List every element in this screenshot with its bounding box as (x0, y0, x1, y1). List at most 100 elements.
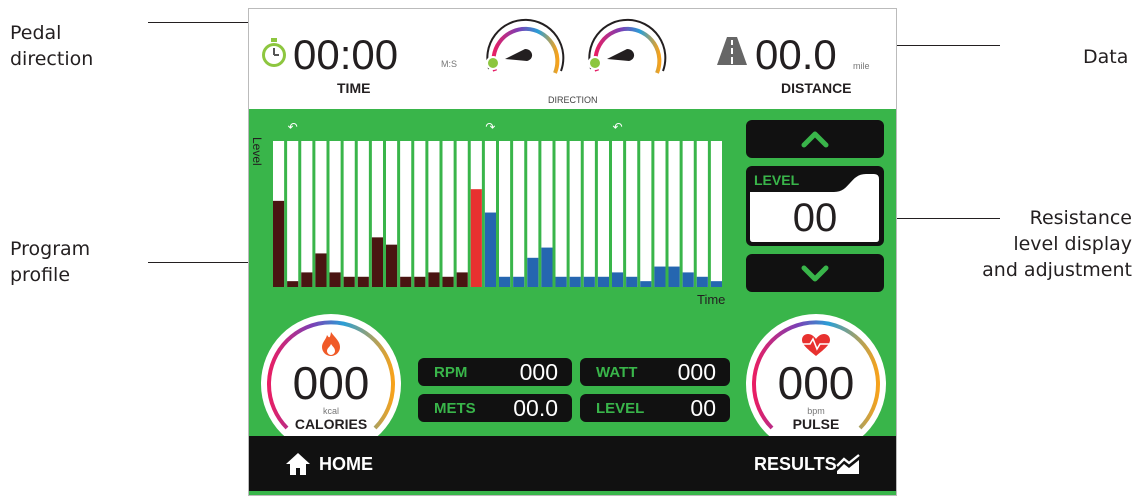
profile-column (696, 141, 708, 287)
rpm-label: RPM (434, 364, 468, 381)
profile-column (357, 141, 369, 287)
distance-label: DISTANCE (781, 80, 852, 96)
profile-bar (470, 189, 482, 287)
profile-column (612, 141, 624, 287)
mets-readout: METS 00.0 (418, 394, 572, 422)
profile-column (456, 141, 468, 287)
calories-label: CALORIES (294, 416, 368, 432)
pulse-label: PULSE (792, 416, 840, 432)
profile-bar (597, 276, 609, 287)
time-label: TIME (337, 80, 371, 96)
callout-program-profile: Program profile (10, 238, 91, 286)
profile-bar (583, 276, 595, 287)
profile-bar (499, 276, 511, 287)
profile-y-label: Level (253, 137, 264, 166)
profile-bar (287, 281, 299, 287)
program-profile-chart: ↶ ↷ ↶ Level Time (253, 120, 725, 307)
pulse-value: 000 (777, 357, 855, 409)
profile-bar (371, 237, 383, 287)
profile-bar (710, 281, 722, 287)
callout-resistance: Resistance level display and adjustment (982, 207, 1132, 281)
calories-unit: kcal (322, 406, 339, 416)
level-display: LEVEL 00 (746, 166, 884, 246)
profile-bar (329, 272, 341, 287)
level-down-button[interactable] (746, 254, 884, 292)
callout-data: Data (1083, 46, 1129, 68)
profile-bar (668, 266, 680, 287)
level-readout: LEVEL 00 (580, 394, 730, 422)
home-button[interactable]: HOME (285, 450, 405, 480)
program-panel: ↶ ↷ ↶ Level Time LEVEL 00 000 kcal CALOR… (249, 109, 896, 454)
direction-change-icon: ↶ (288, 120, 298, 134)
level-display-label: LEVEL (754, 172, 800, 188)
profile-column (428, 141, 440, 287)
level-display-value: 00 (792, 196, 838, 240)
profile-column (682, 141, 694, 287)
profile-column (400, 141, 412, 287)
profile-bar (386, 244, 398, 287)
profile-column (710, 141, 722, 287)
time-value: 00:00 (293, 31, 399, 78)
profile-column (569, 141, 581, 287)
results-button[interactable]: RESULTS (754, 450, 874, 480)
chevron-up-icon (801, 131, 829, 148)
direction-change-icon: ↷ (485, 120, 495, 134)
profile-column (499, 141, 511, 287)
watt-readout: WATT 000 (580, 358, 730, 386)
level-readout-label: LEVEL (596, 400, 645, 417)
chevron-down-icon (801, 265, 829, 282)
results-chart-icon (836, 454, 860, 474)
profile-column (414, 141, 426, 287)
profile-bar (626, 276, 638, 287)
profile-bar (696, 276, 708, 287)
flame-icon (320, 332, 342, 356)
footer-accent-strip (249, 491, 896, 495)
watt-label: WATT (596, 364, 638, 381)
profile-column (343, 141, 355, 287)
home-label: HOME (319, 454, 373, 474)
profile-bar (555, 276, 567, 287)
home-icon (286, 453, 310, 475)
profile-bar (569, 276, 581, 287)
profile-column (555, 141, 567, 287)
profile-bar (301, 272, 313, 287)
pulse-gauge: 000 bpm PULSE (746, 314, 886, 454)
profile-bar (414, 276, 426, 287)
pedal-direction-dial-forward[interactable] (583, 13, 671, 93)
profile-bar (315, 253, 327, 287)
road-icon (717, 37, 747, 65)
profile-bar (612, 272, 624, 287)
pedal-direction-dial-backward[interactable] (481, 13, 569, 93)
profile-bar (442, 276, 454, 287)
profile-bar (682, 272, 694, 287)
profile-column (626, 141, 638, 287)
profile-bar (343, 276, 355, 287)
profile-column (668, 141, 680, 287)
level-up-button[interactable] (746, 120, 884, 158)
profile-column (597, 141, 609, 287)
profile-column (287, 141, 299, 287)
profile-bar (527, 257, 539, 287)
distance-value: 00.0 (755, 31, 837, 78)
footer-bar: HOME RESULTS (249, 436, 896, 495)
profile-bar (484, 212, 496, 287)
profile-column (513, 141, 525, 287)
profile-bar (400, 276, 412, 287)
rpm-readout: RPM 000 (418, 358, 572, 386)
calories-gauge: 000 kcal CALORIES (261, 314, 401, 454)
console-screen: 00:00 M:S TIME DIRECTION 00.0 mile DISTA… (248, 8, 897, 496)
profile-bar (513, 276, 525, 287)
profile-column (654, 141, 666, 287)
profile-bar (273, 200, 285, 287)
time-unit: M:S (441, 59, 458, 69)
callout-pedal-direction: Pedal direction (10, 22, 94, 70)
direction-change-icon: ↶ (613, 120, 623, 134)
profile-bar (541, 247, 553, 287)
stopwatch-icon (259, 38, 289, 68)
mets-value: 00.0 (513, 395, 558, 421)
profile-column (329, 141, 341, 287)
level-readout-value: 00 (690, 395, 716, 421)
distance-unit: mile (853, 61, 870, 71)
direction-label: DIRECTION (548, 95, 598, 105)
profile-bar (456, 272, 468, 287)
